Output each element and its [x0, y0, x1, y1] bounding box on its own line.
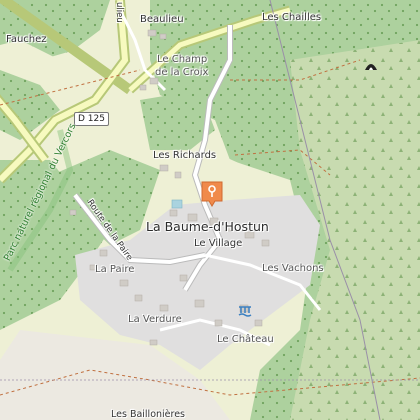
- water-icon: [238, 306, 252, 317]
- place-label-la-baume-dhostun: La Baume-d'Hostun: [146, 219, 269, 234]
- place-label-la-verdure: La Verdure: [128, 314, 182, 325]
- place-label-le-village: Le Village: [194, 238, 243, 249]
- place-label-champ-line1: Le Champ: [157, 54, 208, 65]
- place-label-la-paire: La Paire: [95, 264, 135, 275]
- place-label-fauchez: Fauchez: [6, 34, 47, 45]
- place-label-le-chateau: Le Château: [217, 334, 274, 345]
- place-label-champ-line2: de la Croix: [155, 67, 209, 78]
- location-pin-icon[interactable]: [201, 181, 223, 207]
- cave-icon: [365, 64, 377, 70]
- road-shield-d125: D 125: [74, 112, 109, 126]
- place-label-les-vachons: Les Vachons: [262, 263, 324, 274]
- place-label-les-richards: Les Richards: [153, 150, 217, 161]
- place-label-les-chailles: Les Chailles: [262, 12, 322, 23]
- place-label-les-baillonieres: Les Baillonières: [111, 409, 186, 420]
- place-label-beaulieu: Beaulieu: [140, 14, 184, 25]
- map-base-layer: [0, 0, 420, 420]
- road-label-beaulieu: ulieu: [114, 2, 124, 23]
- map-view[interactable]: Fauchez Beaulieu ulieu Les Chailles Le C…: [0, 0, 420, 420]
